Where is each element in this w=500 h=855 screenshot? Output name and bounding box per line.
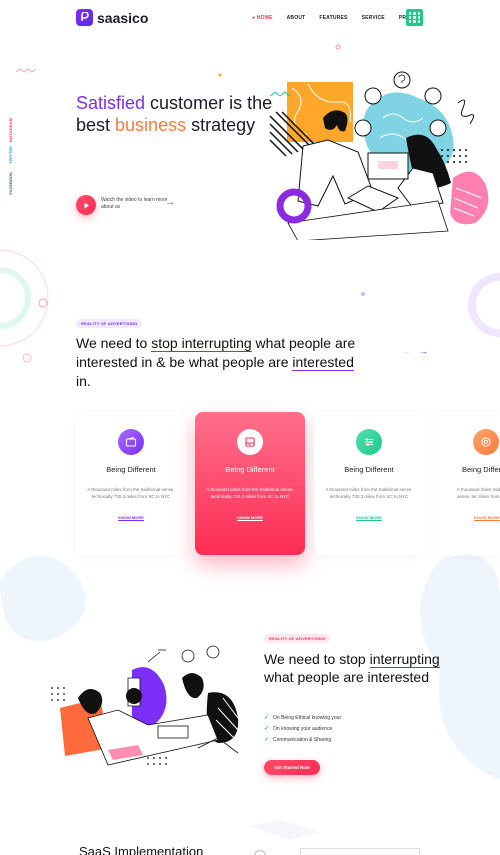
check-icon: ✓: [264, 726, 270, 732]
team-illustration: [51, 645, 239, 766]
card-link[interactable]: KNOW MORE: [433, 515, 500, 520]
card-link[interactable]: KNOW MORE: [195, 515, 305, 520]
card-title: Being Different: [225, 465, 275, 474]
section-title-underline: interrupting: [369, 651, 440, 668]
feature-card[interactable]: Being Differ A thousand miles traditiona…: [433, 412, 500, 555]
nav-home[interactable]: ● HOME: [252, 15, 273, 21]
main-nav: ● HOME ABOUT FEATURES SERVICE PRICING: [252, 15, 421, 21]
bottom-section-title: SaaS Implementation: [79, 844, 204, 855]
list-item: ✓ Communication & Sharing: [264, 735, 341, 746]
social-facebook[interactable]: FACEBOOK: [8, 172, 18, 195]
arrow-right-icon[interactable]: →: [419, 346, 428, 356]
menu-grid-button[interactable]: [406, 9, 423, 26]
section-title-underline: interested: [292, 354, 354, 371]
list-item-label: Communication & Sharing: [273, 737, 332, 743]
list-item-label: On Being Ethical knowing your: [273, 715, 342, 721]
check-icon: ✓: [264, 737, 270, 743]
section-title-text: what people are interested: [264, 669, 429, 685]
card-desc: A thousand miles from the traditional se…: [325, 487, 413, 499]
card-title: Being Different: [106, 465, 156, 474]
inbox-icon: [237, 429, 263, 455]
nav-service[interactable]: SERVICE: [362, 15, 385, 21]
card-link[interactable]: KNOW MORE: [314, 515, 424, 520]
sliders-icon: [356, 429, 382, 455]
get-started-button[interactable]: Get Started Now: [264, 760, 320, 775]
video-caption: Watch the video to learn more about us: [101, 197, 168, 210]
logo[interactable]: saasico: [76, 9, 148, 26]
list-item: ✓ On Being Ethical knowing your: [264, 713, 341, 724]
list-item: ✓ On knowing your audience: [264, 724, 341, 735]
play-icon: [84, 202, 89, 208]
arrow-right-icon[interactable]: →: [165, 197, 175, 208]
section-tag: REALITY OF ADVERTISING: [76, 319, 143, 328]
section-title: We need to stop interrupting what people…: [264, 650, 444, 686]
card-desc: A thousand miles from the traditional se…: [87, 487, 175, 499]
logo-text: saasico: [97, 9, 149, 26]
hero-illustration: [269, 71, 489, 240]
section-title-text: We need to stop: [264, 651, 370, 667]
social-twitter[interactable]: TWITTER: [8, 146, 18, 164]
nav-about[interactable]: ABOUT: [287, 15, 306, 21]
hero-title-end: strategy: [186, 115, 256, 135]
section-title-underline: stop interrupting: [151, 335, 252, 352]
support-icon: [473, 429, 499, 455]
bottom-preview-frame: [300, 848, 420, 855]
section-title: We need to stop interrupting what people…: [76, 334, 366, 391]
feature-card[interactable]: Being Different A thousand miles from th…: [76, 412, 186, 555]
hero-title: Satisfied customer is the best business …: [76, 92, 276, 136]
section-title-text: in.: [76, 373, 91, 389]
nav-features[interactable]: FEATURES: [319, 15, 347, 21]
arrow-left-icon[interactable]: ←: [402, 346, 411, 356]
card-link[interactable]: KNOW MORE: [76, 515, 186, 520]
card-title: Being Differ: [462, 465, 500, 474]
carousel-arrows: ← →: [402, 346, 428, 356]
feature-card[interactable]: Being Different A thousand miles from th…: [314, 412, 424, 555]
feature-checklist: ✓ On Being Ethical knowing your ✓ On knowi…: [264, 713, 341, 746]
section-tag: REALITY OF ADVERTISING: [264, 634, 331, 643]
hero-title-highlight: Satisfied: [76, 93, 146, 113]
wallet-icon: [118, 429, 144, 455]
bottom-circle-decoration: [254, 850, 266, 855]
section-title-text: We need to: [76, 335, 152, 351]
hero-title-accent: business: [115, 115, 187, 135]
social-instagram[interactable]: INSTAGRAM: [8, 118, 18, 142]
play-video-button[interactable]: [76, 195, 96, 215]
card-desc: A thousand miles from the traditional se…: [206, 487, 294, 499]
feature-card[interactable]: Being Different A thousand miles from th…: [195, 412, 305, 555]
card-desc: A thousand miles traditional sense, tec …: [457, 487, 500, 499]
list-item-label: On knowing your audience: [273, 726, 333, 732]
card-title: Being Different: [344, 465, 394, 474]
check-icon: ✓: [264, 715, 270, 721]
logo-icon: [76, 9, 93, 26]
